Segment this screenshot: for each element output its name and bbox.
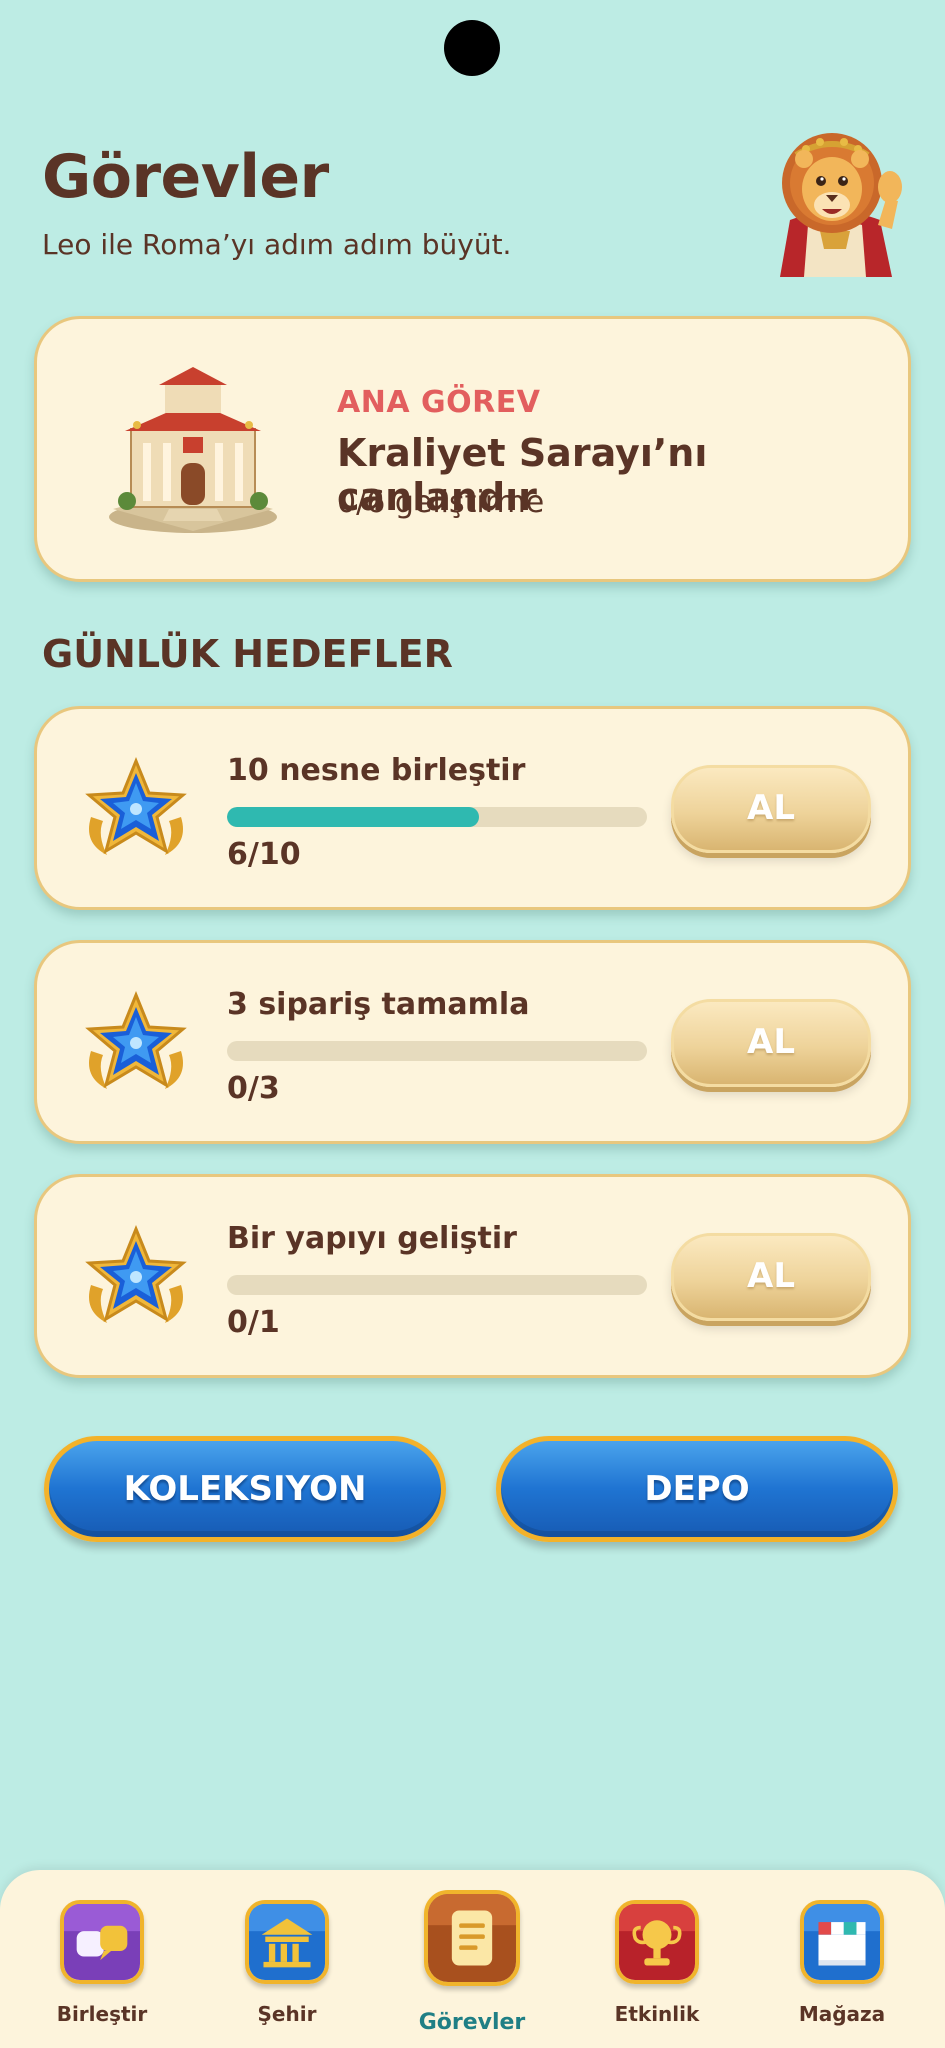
goal-count: 0/3 bbox=[227, 1071, 280, 1106]
nav-item-shop[interactable]: Mağaza bbox=[767, 1870, 917, 2048]
claim-button[interactable]: AL bbox=[671, 1233, 871, 1321]
nav-label: Şehir bbox=[257, 2002, 317, 2026]
page-subtitle: Leo ile Roma’yı adım adım büyüt. bbox=[42, 228, 512, 261]
goal-label: Bir yapıyı geliştir bbox=[227, 1221, 517, 1256]
goal-count: 6/10 bbox=[227, 837, 301, 872]
goal-label: 3 sipariş tamamla bbox=[227, 987, 530, 1022]
merge-icon bbox=[60, 1900, 144, 1984]
nav-label: Görevler bbox=[418, 2010, 526, 2035]
daily-goal-card: 3 sipariş tamamla 0/3 AL bbox=[34, 940, 911, 1144]
goal-label: 10 nesne birleştir bbox=[227, 753, 526, 788]
shop-icon bbox=[800, 1900, 884, 1984]
goal-progress-bar bbox=[227, 807, 647, 827]
claim-button[interactable]: AL bbox=[671, 999, 871, 1087]
nav-item-merge[interactable]: Birleştir bbox=[27, 1870, 177, 2048]
quest-scroll-icon bbox=[424, 1890, 520, 1986]
trophy-icon bbox=[615, 1900, 699, 1984]
main-quest-card[interactable]: ANA GÖREV Kraliyet Sarayı’nı canlandır 0… bbox=[34, 316, 911, 582]
goal-progress-bar bbox=[227, 1041, 647, 1061]
nav-item-event[interactable]: Etkinlik bbox=[582, 1870, 732, 2048]
main-quest-tag: ANA GÖREV bbox=[337, 385, 541, 420]
goal-progress-bar bbox=[227, 1275, 647, 1295]
daily-goal-card: 10 nesne birleştir 6/10 AL bbox=[34, 706, 911, 910]
nav-label: Birleştir bbox=[56, 2002, 148, 2026]
goal-count: 0/1 bbox=[227, 1305, 280, 1340]
star-badge-icon bbox=[81, 989, 191, 1099]
page-title: Görevler bbox=[42, 142, 329, 212]
star-badge-icon bbox=[81, 755, 191, 865]
main-quest-progress: 0/6 geliştirme bbox=[337, 485, 545, 520]
goal-progress-fill bbox=[227, 807, 479, 827]
nav-label: Mağaza bbox=[798, 2002, 886, 2026]
lion-mascot-icon bbox=[760, 125, 910, 277]
nav-item-quests[interactable]: Görevler bbox=[397, 1870, 547, 2048]
collection-button[interactable]: KOLEKSIYON bbox=[44, 1436, 446, 1542]
royal-palace-icon bbox=[103, 359, 283, 539]
daily-goal-card: Bir yapıyı geliştir 0/1 AL bbox=[34, 1174, 911, 1378]
daily-goals-title: GÜNLÜK HEDEFLER bbox=[42, 632, 453, 676]
city-hall-icon bbox=[245, 1900, 329, 1984]
claim-button[interactable]: AL bbox=[671, 765, 871, 853]
nav-item-city[interactable]: Şehir bbox=[212, 1870, 362, 2048]
depot-button[interactable]: DEPO bbox=[496, 1436, 898, 1542]
camera-cutout bbox=[444, 20, 500, 76]
bottom-nav: Birleştir Şehir Görevler Etkinlik Mağaza bbox=[0, 1870, 945, 2048]
nav-label: Etkinlik bbox=[614, 2002, 700, 2026]
star-badge-icon bbox=[81, 1223, 191, 1333]
